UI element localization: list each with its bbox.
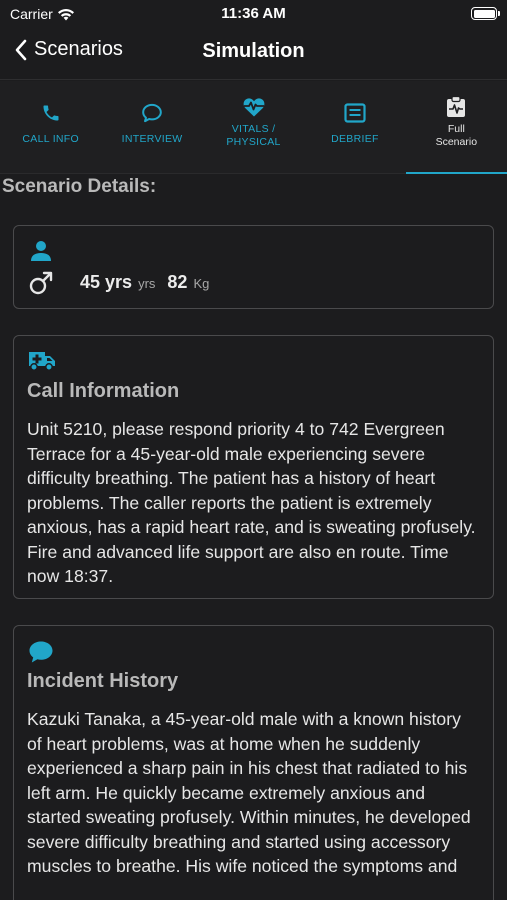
tab-call-info-label: CALL INFO	[22, 133, 79, 145]
speech-bubble-icon	[29, 641, 53, 663]
tab-interview-label: INTERVIEW	[121, 133, 183, 145]
tab-call-info[interactable]: CALL INFO	[0, 81, 101, 173]
incident-history-card: Incident History Kazuki Tanaka, a 45-yea…	[13, 625, 494, 900]
patient-age-unit: yrs	[138, 276, 156, 291]
tab-vitals-physical-label: VITALS / PHYSICAL	[226, 123, 280, 149]
call-information-card: Call Information Unit 5210, please respo…	[13, 335, 494, 599]
back-button[interactable]: Scenarios	[14, 38, 123, 61]
scenario-details-heading: Scenario Details:	[2, 176, 157, 197]
male-symbol-icon	[29, 271, 53, 295]
clipboard-pulse-icon	[447, 96, 466, 117]
patient-icon	[31, 241, 51, 261]
tab-full-scenario-label: Full Scenario	[436, 123, 477, 149]
navigation-bar: Scenarios Simulation	[0, 28, 507, 80]
back-label: Scenarios	[34, 38, 123, 60]
tab-vitals-physical[interactable]: VITALS / PHYSICAL	[203, 81, 304, 173]
tab-scenario-line: Scenario	[435, 136, 478, 148]
incident-history-text: Kazuki Tanaka, a 45-year-old male with a…	[27, 709, 471, 876]
chat-bubble-icon	[142, 103, 162, 123]
patient-weight: 82	[167, 272, 188, 292]
tab-full-line: Full	[447, 123, 465, 135]
tab-vitals-line: VITALS /	[231, 123, 276, 135]
patient-summary-card: 45 yrs yrs 82 Kg	[13, 225, 494, 309]
battery-icon	[471, 7, 500, 20]
patient-stats: 45 yrs yrs 82 Kg	[80, 272, 215, 293]
incident-history-title: Incident History	[27, 670, 179, 692]
phone-icon	[43, 105, 59, 121]
tab-physical-line: PHYSICAL	[226, 136, 281, 148]
section-tab-bar: CALL INFO INTERVIEW VITALS / PHYSICAL DE…	[0, 81, 507, 174]
call-information-title: Call Information	[27, 380, 180, 402]
status-bar: Carrier 11:36 AM	[0, 0, 507, 28]
tab-full-scenario[interactable]: Full Scenario	[405, 81, 507, 174]
tab-debrief-label: DEBRIEF	[331, 133, 379, 145]
chevron-left-icon	[15, 39, 27, 60]
heartbeat-icon	[243, 98, 264, 117]
ambulance-icon	[29, 352, 55, 371]
patient-weight-unit: Kg	[193, 276, 210, 291]
tab-debrief[interactable]: DEBRIEF	[304, 81, 405, 173]
notes-icon	[344, 103, 366, 123]
patient-age: 45 yrs	[80, 272, 133, 292]
clock: 11:36 AM	[221, 5, 286, 22]
call-information-text: Unit 5210, please respond priority 4 to …	[27, 419, 476, 586]
tab-interview[interactable]: INTERVIEW	[101, 81, 202, 173]
